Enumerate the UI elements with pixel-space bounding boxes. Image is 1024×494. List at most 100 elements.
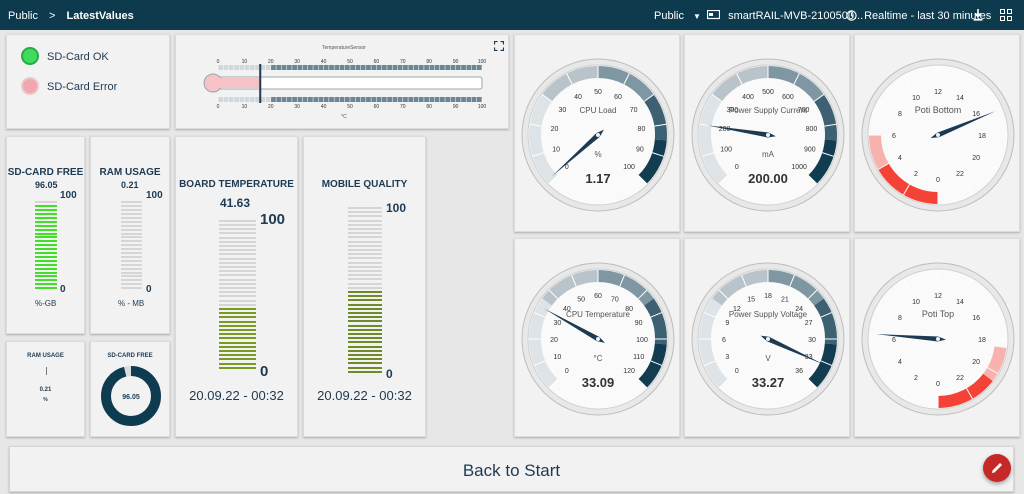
level-segment — [35, 244, 57, 247]
power-voltage-gauge: 0369121518212427303336Power Supply Volta… — [691, 262, 845, 416]
level-segment — [348, 370, 382, 373]
level-segment — [121, 287, 142, 290]
gauge-lcd-value: 33.09 — [582, 375, 615, 390]
gauge-tick-label: 0 — [936, 381, 940, 388]
gauge-tick-label: 800 — [806, 126, 818, 133]
level-segment — [121, 271, 142, 274]
level-segment — [348, 265, 382, 268]
gauge-tick-label: 10 — [912, 299, 920, 306]
gauge-tick-label: 10 — [552, 147, 560, 154]
gauge-tick-label: 90 — [635, 320, 643, 327]
level-segment — [35, 279, 57, 282]
gauge-tick-label: 70 — [611, 296, 619, 303]
mobile-quality-max: 100 — [386, 201, 407, 215]
gauge-tick-label: 16 — [972, 111, 980, 118]
level-segment — [219, 341, 256, 344]
gauge-tick-label: 0 — [565, 368, 569, 375]
level-segment — [219, 224, 256, 226]
breadcrumb-current: LatestValues — [66, 10, 134, 22]
gauge-tick-label: 400 — [742, 94, 754, 101]
gauge-tick-label: 100 — [720, 147, 732, 154]
level-segment — [348, 324, 382, 327]
ram-usage-title: RAM USAGE — [99, 167, 161, 178]
cpu-temp-gauge: 01020304050 60 708090100110120CPU Temperat… — [521, 262, 675, 416]
breadcrumb-public[interactable]: Public — [8, 10, 38, 22]
gauge-label: Power Supply Voltage — [729, 310, 808, 319]
gauge-tick-label: 50 — [577, 296, 585, 303]
gauge-lcd-value: 200.00 — [748, 171, 788, 186]
level-segment — [348, 328, 382, 331]
mobile-quality-min: 0 — [386, 367, 393, 381]
gauge-label: CPU Temperature — [566, 310, 630, 319]
level-segment — [121, 216, 142, 219]
gauge-tick-label: 20 — [551, 126, 559, 133]
download-icon[interactable] — [973, 9, 983, 21]
power-current-gauge-card: 0 100 200 300 400 500 600 700 800 900 1000 Power Su… — [684, 34, 850, 232]
level-segment — [121, 228, 142, 231]
level-segment — [35, 283, 57, 286]
gauge-tick-label: 100 — [636, 337, 648, 344]
level-segment — [35, 209, 57, 212]
thermo-tick-label: 0 — [217, 104, 220, 110]
cpu-load-gauge: 0 10 20 30 40 50 60 70 80 90 100 CPU Load% 1.17 — [521, 58, 675, 212]
thermometer-unit: °C — [341, 114, 347, 120]
poti-bottom-gauge-card: 0 2 4 6 8 10 12 14 16 18 20 22 Poti Bottom — [854, 34, 1020, 232]
power-current-gauge: 01002003004005006007008009001000Power Su… — [691, 58, 845, 212]
level-segment — [219, 249, 256, 252]
level-segment — [348, 349, 382, 352]
gauge-unit: V — [765, 354, 771, 363]
thermo-tick-label: 100 — [478, 104, 487, 110]
thermo-tick-label: 90 — [453, 104, 459, 110]
level-segment — [348, 257, 382, 260]
gauge-tick-label: 6 — [892, 337, 896, 344]
level-segment — [219, 366, 256, 369]
gauge-tick-label: 10 — [912, 95, 920, 102]
thermo-tick-label: 90 — [453, 59, 459, 65]
level-segment — [35, 240, 57, 243]
level-segment — [348, 303, 382, 306]
level-segment — [35, 252, 57, 254]
ram-small-bar — [46, 367, 47, 375]
level-segment — [219, 291, 256, 294]
level-segment — [121, 259, 142, 262]
ram-usage-max: 100 — [146, 190, 163, 201]
level-segment — [121, 244, 142, 247]
gauge-needle-hub — [596, 133, 600, 137]
thermo-tick-label: 30 — [294, 104, 300, 110]
sdcard-free-bar — [35, 199, 57, 291]
level-segment — [219, 362, 256, 365]
level-segment — [35, 259, 57, 262]
top-bar: Public > LatestValues Public ▼ smartRAIL… — [0, 0, 1024, 30]
gauge-tick-label: 18 — [978, 337, 986, 344]
level-segment — [348, 345, 382, 348]
power-voltage-gauge-card: 0369121518212427303336Power Supply Volta… — [684, 238, 850, 437]
level-segment — [348, 236, 382, 239]
level-segment — [348, 278, 382, 281]
gauge-label: Power Supply Current — [729, 106, 808, 115]
level-segment — [348, 295, 382, 298]
level-segment — [348, 307, 382, 310]
fullscreen-icon[interactable] — [1000, 9, 1012, 21]
level-segment — [35, 224, 57, 227]
gauge-tick-label: 30 — [559, 107, 567, 114]
level-segment — [348, 215, 382, 218]
level-segment — [348, 228, 382, 230]
time-range-select[interactable]: Realtime - last 30 minutes — [846, 10, 991, 22]
workspace-select[interactable]: Public ▼ — [654, 10, 701, 22]
level-segment — [35, 216, 57, 219]
level-segment — [219, 333, 256, 336]
board-temp-bar — [219, 219, 256, 371]
ram-usage-unit: % - MB — [118, 299, 145, 308]
level-segment — [348, 299, 382, 302]
gauge-label: CPU Load — [580, 106, 617, 115]
thermometer-label: TemperatureSensor — [322, 45, 366, 51]
thermo-value-marker — [259, 64, 262, 103]
level-segment — [35, 248, 57, 251]
device-select[interactable]: smartRAIL-MVB-2100500... — [706, 9, 863, 22]
edit-button[interactable] — [983, 454, 1011, 482]
gauge-tick-label: 36 — [795, 368, 803, 375]
thermo-tick-label: 80 — [426, 104, 432, 110]
board-temp-timestamp: 20.09.22 - 00:32 — [189, 388, 284, 403]
back-to-start-button[interactable]: Back to Start — [9, 446, 1014, 492]
thermo-mercury — [213, 78, 261, 88]
